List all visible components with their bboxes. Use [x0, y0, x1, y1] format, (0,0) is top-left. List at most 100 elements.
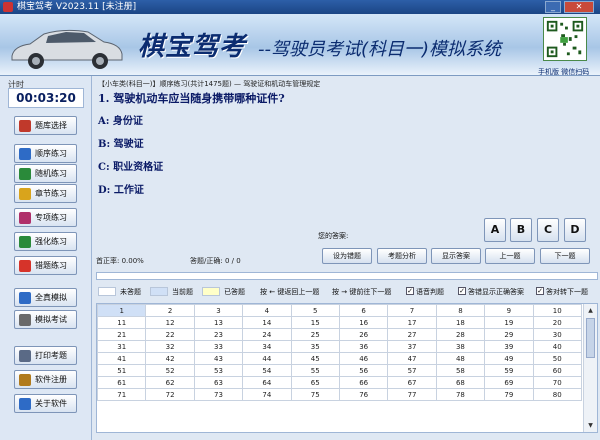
question-cell[interactable]: 9: [484, 304, 534, 317]
question-cell[interactable]: 49: [484, 352, 534, 365]
option-b[interactable]: B: 驾驶证: [98, 135, 144, 150]
question-cell[interactable]: 39: [484, 340, 534, 353]
auto-next-checkbox[interactable]: ✓: [536, 287, 544, 295]
close-button[interactable]: ✕: [564, 1, 594, 13]
question-cell[interactable]: 43: [193, 352, 244, 365]
question-cell[interactable]: 2: [145, 304, 195, 317]
question-cell[interactable]: 34: [242, 340, 292, 353]
answer-button-c[interactable]: C: [537, 218, 559, 242]
scroll-thumb[interactable]: [586, 318, 595, 358]
question-cell[interactable]: 45: [290, 352, 340, 365]
option-a[interactable]: A: 身份证: [98, 112, 143, 127]
question-cell[interactable]: 27: [387, 328, 437, 341]
question-cell[interactable]: 64: [242, 376, 292, 389]
question-cell[interactable]: 10: [532, 304, 583, 317]
question-cell[interactable]: 77: [387, 388, 437, 401]
option-c[interactable]: C: 职业资格证: [98, 158, 163, 173]
question-cell[interactable]: 50: [532, 352, 583, 365]
question-cell[interactable]: 18: [435, 316, 486, 329]
question-cell[interactable]: 33: [193, 340, 244, 353]
question-cell[interactable]: 79: [484, 388, 534, 401]
question-cell[interactable]: 57: [387, 364, 437, 377]
question-cell[interactable]: 7: [387, 304, 437, 317]
question-cell[interactable]: 80: [532, 388, 583, 401]
question-cell[interactable]: 15: [290, 316, 340, 329]
question-cell[interactable]: 13: [193, 316, 244, 329]
question-cell[interactable]: 55: [290, 364, 340, 377]
question-cell[interactable]: 66: [338, 376, 389, 389]
question-cell[interactable]: 54: [242, 364, 292, 377]
question-cell[interactable]: 5: [290, 304, 340, 317]
question-cell[interactable]: 76: [338, 388, 389, 401]
question-cell[interactable]: 38: [435, 340, 486, 353]
show-answer-button[interactable]: 显示答案: [431, 248, 481, 264]
voice-checkbox[interactable]: ✓: [406, 287, 414, 295]
question-cell[interactable]: 46: [338, 352, 389, 365]
question-cell[interactable]: 26: [338, 328, 389, 341]
nav-special-button[interactable]: 专项练习: [14, 208, 77, 227]
question-cell[interactable]: 63: [193, 376, 244, 389]
analysis-button[interactable]: 考题分析: [377, 248, 427, 264]
question-cell[interactable]: 4: [242, 304, 292, 317]
question-cell[interactable]: 17: [387, 316, 437, 329]
question-cell[interactable]: 44: [242, 352, 292, 365]
question-cell[interactable]: 48: [435, 352, 486, 365]
question-cell[interactable]: 70: [532, 376, 583, 389]
question-cell[interactable]: 19: [484, 316, 534, 329]
question-cell[interactable]: 42: [145, 352, 195, 365]
answer-button-a[interactable]: A: [484, 218, 506, 242]
question-cell[interactable]: 12: [145, 316, 195, 329]
question-cell[interactable]: 56: [338, 364, 389, 377]
next-question-button[interactable]: 下一题: [540, 248, 590, 264]
question-cell[interactable]: 61: [97, 376, 147, 389]
question-cell[interactable]: 21: [97, 328, 147, 341]
question-cell[interactable]: 74: [242, 388, 292, 401]
question-cell[interactable]: 35: [290, 340, 340, 353]
question-cell[interactable]: 41: [97, 352, 147, 365]
question-cell[interactable]: 3: [193, 304, 244, 317]
question-cell[interactable]: 59: [484, 364, 534, 377]
nav-question-bank-button[interactable]: 题库选择: [14, 116, 77, 135]
question-cell[interactable]: 36: [338, 340, 389, 353]
scroll-up-icon[interactable]: ▲: [586, 306, 595, 315]
mark-wrong-button[interactable]: 设为错题: [322, 248, 372, 264]
minimize-button[interactable]: _: [545, 1, 561, 13]
nav-random-button[interactable]: 随机练习: [14, 164, 77, 183]
question-cell[interactable]: 30: [532, 328, 583, 341]
question-cell[interactable]: 78: [435, 388, 486, 401]
show-correct-checkbox[interactable]: ✓: [458, 287, 466, 295]
question-cell[interactable]: 29: [484, 328, 534, 341]
question-cell[interactable]: 53: [193, 364, 244, 377]
question-cell[interactable]: 40: [532, 340, 583, 353]
question-cell[interactable]: 6: [338, 304, 389, 317]
answer-button-d[interactable]: D: [564, 218, 586, 242]
question-cell[interactable]: 22: [145, 328, 195, 341]
question-cell[interactable]: 73: [193, 388, 244, 401]
question-cell[interactable]: 11: [97, 316, 147, 329]
option-d[interactable]: D: 工作证: [98, 181, 144, 196]
question-cell[interactable]: 58: [435, 364, 486, 377]
question-cell[interactable]: 60: [532, 364, 583, 377]
nav-sequential-button[interactable]: 顺序练习: [14, 144, 77, 163]
question-cell[interactable]: 37: [387, 340, 437, 353]
prev-question-button[interactable]: 上一题: [485, 248, 535, 264]
question-cell[interactable]: 24: [242, 328, 292, 341]
question-cell[interactable]: 67: [387, 376, 437, 389]
question-cell[interactable]: 51: [97, 364, 147, 377]
question-cell[interactable]: 71: [97, 388, 147, 401]
answer-button-b[interactable]: B: [510, 218, 532, 242]
nav-print-button[interactable]: 打印考题: [14, 346, 77, 365]
question-cell[interactable]: 20: [532, 316, 583, 329]
question-cell[interactable]: 68: [435, 376, 486, 389]
nav-register-button[interactable]: 软件注册: [14, 370, 77, 389]
question-cell[interactable]: 25: [290, 328, 340, 341]
question-cell[interactable]: 23: [193, 328, 244, 341]
nav-mock-exam-button[interactable]: 模拟考试: [14, 310, 77, 329]
question-cell[interactable]: 52: [145, 364, 195, 377]
question-cell[interactable]: 28: [435, 328, 486, 341]
nav-chapter-button[interactable]: 章节练习: [14, 184, 77, 203]
question-cell[interactable]: 14: [242, 316, 292, 329]
question-cell[interactable]: 72: [145, 388, 195, 401]
question-cell[interactable]: 1: [97, 304, 147, 317]
question-cell[interactable]: 16: [338, 316, 389, 329]
